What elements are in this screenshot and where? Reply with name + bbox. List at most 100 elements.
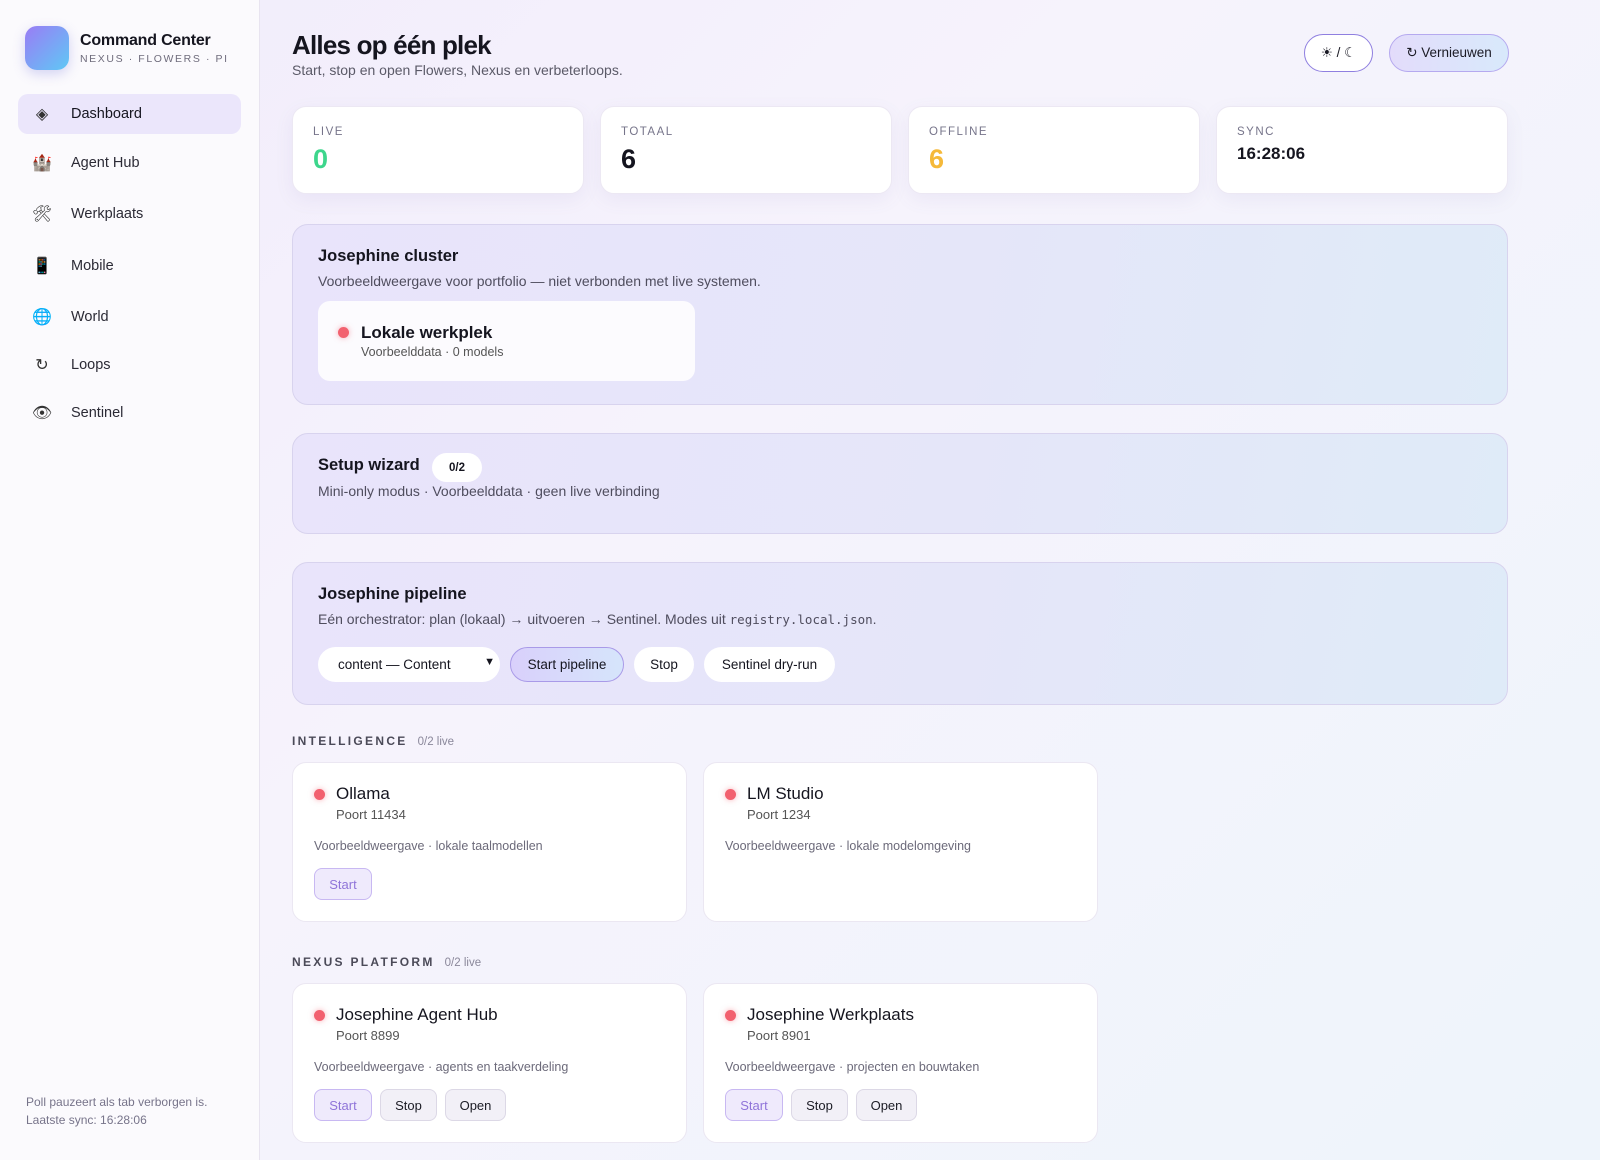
stop-button[interactable]: Stop xyxy=(380,1089,437,1121)
castle-icon: 🏰 xyxy=(32,155,52,172)
sidebar-item-mobile[interactable]: 📱 Mobile xyxy=(18,246,241,286)
node-subtitle: Voorbeelddata · 0 models xyxy=(361,345,504,359)
service-card-werkplaats: Josephine Werkplaats Poort 8901 Voorbeel… xyxy=(703,983,1098,1143)
stats-row: LIVE 0 TOTAAL 6 OFFLINE 6 SYNC 16:28:06 xyxy=(292,106,1508,194)
service-description: Voorbeeldweergave · lokale modelomgeving xyxy=(725,839,971,853)
cluster-node-card[interactable]: Lokale werkplek Voorbeelddata · 0 models xyxy=(318,301,695,381)
stat-offline: OFFLINE 6 xyxy=(908,106,1200,194)
stop-button[interactable]: Stop xyxy=(791,1089,848,1121)
status-dot xyxy=(314,1010,325,1021)
service-port: Poort 8901 xyxy=(747,1028,811,1043)
stat-label: SYNC xyxy=(1237,126,1275,138)
sidebar-item-label: Sentinel xyxy=(71,405,124,421)
sidebar-footer: Poll pauzeert als tab verborgen is. Laat… xyxy=(26,1093,207,1129)
stat-value: 0 xyxy=(313,144,329,174)
sidebar-item-label: Mobile xyxy=(71,258,114,274)
section-count: 0/2 live xyxy=(417,736,455,748)
globe-icon: 🌐 xyxy=(32,309,52,326)
section-count: 0/2 live xyxy=(444,957,482,969)
pipeline-title: Josephine pipeline xyxy=(318,585,467,603)
wizard-progress-badge: 0/2 xyxy=(432,453,482,482)
section-title: NEXUS PLATFORM xyxy=(292,955,435,969)
sidebar: Command Center NEXUS · FLOWERS · PI ◈ Da… xyxy=(0,0,260,1160)
page-title: Alles op één plek xyxy=(292,30,492,60)
service-title: Ollama xyxy=(336,784,390,803)
sidebar-item-label: World xyxy=(71,309,109,325)
sidebar-item-dashboard[interactable]: ◈ Dashboard xyxy=(18,94,241,134)
start-button[interactable]: Start xyxy=(314,868,372,900)
brand-text: Command Center NEXUS · FLOWERS · PI xyxy=(80,32,229,65)
service-description: Voorbeeldweergave · projecten en bouwtak… xyxy=(725,1060,980,1074)
theme-toggle-button[interactable]: ☀ / ☾ xyxy=(1304,34,1373,72)
brand-title: Command Center xyxy=(80,31,211,49)
refresh-button[interactable]: ↻ Vernieuwen xyxy=(1389,34,1509,72)
eye-icon: 👁 xyxy=(31,405,53,422)
sidebar-item-sentinel[interactable]: 👁 Sentinel xyxy=(18,393,241,433)
wizard-title: Setup wizard xyxy=(318,456,420,474)
stat-label: OFFLINE xyxy=(929,126,989,138)
service-card-lm-studio: LM Studio Poort 1234 Voorbeeldweergave ·… xyxy=(703,762,1098,922)
service-port: Poort 1234 xyxy=(747,807,811,822)
mode-select-value: content — Content xyxy=(338,657,451,672)
brand[interactable]: Command Center NEXUS · FLOWERS · PI xyxy=(25,26,229,70)
stat-value: 6 xyxy=(621,144,637,174)
sidebar-item-agent-hub[interactable]: 🏰 Agent Hub xyxy=(18,143,241,183)
stat-value: 6 xyxy=(929,144,945,174)
service-title: Josephine Agent Hub xyxy=(336,1005,498,1024)
phone-icon: 📱 xyxy=(32,258,52,275)
cluster-title: Josephine cluster xyxy=(318,247,459,265)
sidebar-item-label: Dashboard xyxy=(71,106,142,122)
sidebar-item-loops[interactable]: ↻ Loops xyxy=(18,345,241,385)
stat-live: LIVE 0 xyxy=(292,106,584,194)
service-title: Josephine Werkplaats xyxy=(747,1005,914,1024)
service-title: LM Studio xyxy=(747,784,824,803)
brand-logo xyxy=(25,26,69,70)
pipeline-panel: Josephine pipeline Eén orchestrator: pla… xyxy=(292,562,1508,705)
status-dot xyxy=(725,789,736,800)
pipeline-desc-text: Eén orchestrator: plan (lokaal) → uitvoe… xyxy=(318,611,730,627)
stat-total: TOTAAL 6 xyxy=(600,106,892,194)
stat-sync: SYNC 16:28:06 xyxy=(1216,106,1508,194)
cluster-panel: Josephine cluster Voorbeeldweergave voor… xyxy=(292,224,1508,405)
setup-wizard-panel: Setup wizard 0/2 Mini-only modus · Voorb… xyxy=(292,433,1508,534)
tools-icon: 🛠 xyxy=(31,206,53,223)
start-pipeline-button[interactable]: Start pipeline xyxy=(510,647,624,682)
open-button[interactable]: Open xyxy=(856,1089,917,1121)
status-dot xyxy=(314,789,325,800)
service-port: Poort 8899 xyxy=(336,1028,400,1043)
service-description: Voorbeeldweergave · agents en taakverdel… xyxy=(314,1060,569,1074)
sidebar-nav: ◈ Dashboard 🏰 Agent Hub 🛠 Werkplaats 📱 M… xyxy=(18,94,241,433)
section-title: INTELLIGENCE xyxy=(292,734,408,748)
service-card-agent-hub: Josephine Agent Hub Poort 8899 Voorbeeld… xyxy=(292,983,687,1143)
pipeline-description: Eén orchestrator: plan (lokaal) → uitvoe… xyxy=(318,611,877,627)
diamond-icon: ◈ xyxy=(35,106,49,123)
refresh-icon: ↻ xyxy=(35,357,49,374)
open-button[interactable]: Open xyxy=(445,1089,506,1121)
start-button[interactable]: Start xyxy=(314,1089,372,1121)
sidebar-item-label: Agent Hub xyxy=(71,155,140,171)
registry-filename: registry.local.json xyxy=(729,612,873,627)
node-title: Lokale werkplek xyxy=(361,323,493,342)
section-label-intelligence: INTELLIGENCE 0/2 live xyxy=(292,734,454,748)
status-dot xyxy=(725,1010,736,1021)
start-button[interactable]: Start xyxy=(725,1089,783,1121)
stat-label: TOTAAL xyxy=(621,126,674,138)
service-description: Voorbeeldweergave · lokale taalmodellen xyxy=(314,839,543,853)
chevron-down-icon: ▼ xyxy=(484,656,495,668)
cluster-description: Voorbeeldweergave voor portfolio — niet … xyxy=(318,273,761,289)
sidebar-item-world[interactable]: 🌐 World xyxy=(18,297,241,337)
stop-pipeline-button[interactable]: Stop xyxy=(634,647,694,682)
last-sync-note: Laatste sync: 16:28:06 xyxy=(26,1113,147,1127)
poll-note: Poll pauzeert als tab verborgen is. xyxy=(26,1095,208,1109)
service-card-ollama: Ollama Poort 11434 Voorbeeldweergave · l… xyxy=(292,762,687,922)
service-port: Poort 11434 xyxy=(336,807,406,822)
pipeline-desc-end: . xyxy=(872,611,877,627)
sidebar-item-label: Werkplaats xyxy=(71,206,144,222)
stat-label: LIVE xyxy=(313,126,344,138)
sentinel-dry-run-button[interactable]: Sentinel dry-run xyxy=(704,647,835,682)
stat-value: 16:28:06 xyxy=(1237,144,1306,163)
sidebar-item-label: Loops xyxy=(71,357,111,373)
mode-select[interactable]: content — Content ▼ xyxy=(318,647,500,682)
sidebar-item-werkplaats[interactable]: 🛠 Werkplaats xyxy=(18,194,241,234)
page-subtitle: Start, stop en open Flowers, Nexus en ve… xyxy=(292,62,623,78)
